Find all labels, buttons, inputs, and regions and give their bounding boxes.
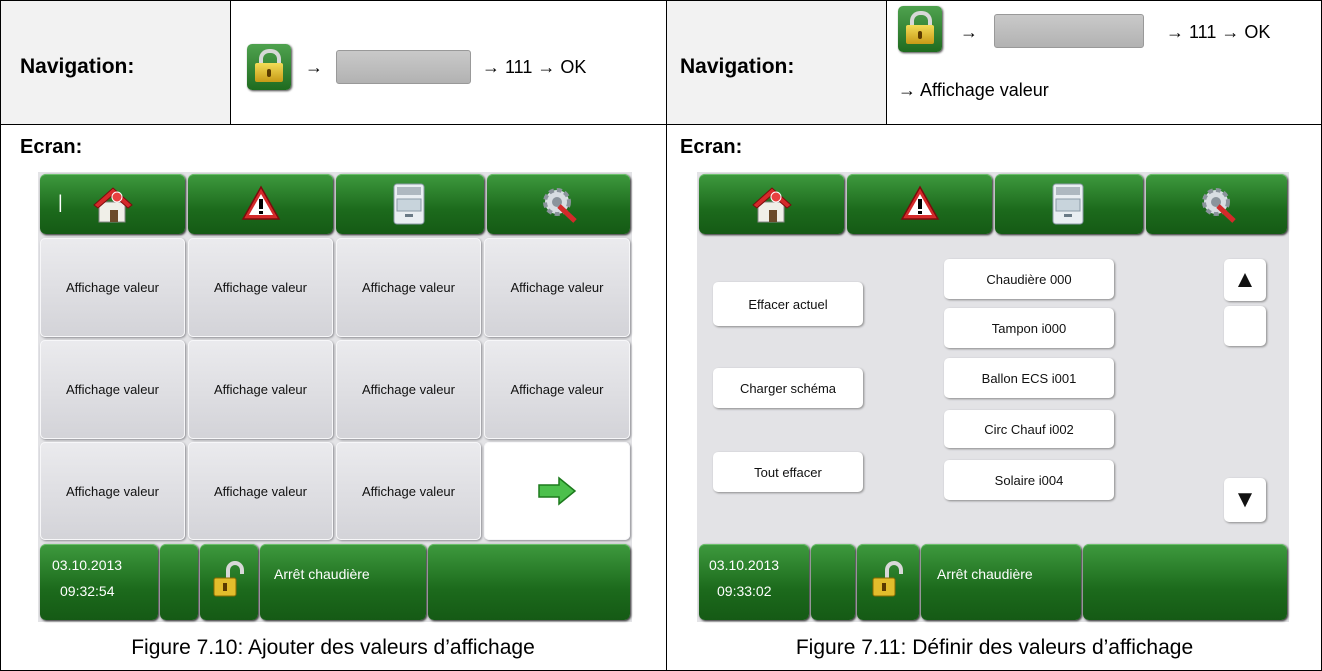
right-nav-label: Navigation: <box>680 55 795 78</box>
home-tab[interactable] <box>699 174 844 234</box>
arrow-down-icon: ▼ <box>1233 486 1257 513</box>
boiler-status[interactable]: Arrêt chaudière <box>260 544 426 620</box>
scroll-track[interactable] <box>1224 306 1266 346</box>
display-value-tile[interactable]: Affichage valeur <box>40 238 185 337</box>
drawer-icon <box>1052 183 1084 225</box>
list-item[interactable]: Circ Chauf i002 <box>944 410 1114 448</box>
right-nav-line2: → Affichage valeur <box>898 80 1049 100</box>
display-value-tile[interactable]: Affichage valeur <box>336 442 481 540</box>
display-value-tile[interactable]: Affichage valeur <box>484 340 630 439</box>
right-ecran-label: Ecran: <box>680 136 743 158</box>
gear-tools-icon <box>543 188 577 223</box>
arrow-right-icon <box>538 476 577 506</box>
right-nav-suffix: → 111 → OK <box>1166 22 1271 42</box>
list-item[interactable]: Solaire i004 <box>944 460 1114 500</box>
right-screen: Effacer actuel Charger schéma Tout effac… <box>697 172 1289 622</box>
list-item[interactable]: Tampon i000 <box>944 308 1114 348</box>
left-figure-caption: Figure 7.10: Ajouter des valeurs d’affic… <box>131 636 535 659</box>
lock-icon <box>247 44 291 90</box>
left-ecran-label: Ecran: <box>20 136 83 158</box>
right-figure-caption: Figure 7.11: Définir des valeurs d’affic… <box>795 636 1194 659</box>
display-value-tile[interactable]: Affichage valeur <box>188 238 333 337</box>
menu-button-placeholder <box>994 14 1144 48</box>
list-item[interactable]: Chaudière 000 <box>944 259 1114 299</box>
status-empty <box>428 544 630 620</box>
status-empty <box>1083 544 1287 620</box>
scroll-up-button[interactable]: ▲ <box>1224 259 1266 301</box>
arrow-up-icon: ▲ <box>1233 266 1257 293</box>
status-text: Arrêt chaudière <box>937 566 1033 582</box>
display-value-tile[interactable]: Affichage valeur <box>40 442 185 540</box>
clear-all-button[interactable]: Tout effacer <box>713 452 863 492</box>
alarm-tab[interactable] <box>188 174 333 234</box>
left-screen: | Affichage valeur Affichage valeur Affi… <box>38 172 632 622</box>
storage-tab[interactable] <box>336 174 484 234</box>
display-value-tile[interactable]: Affichage valeur <box>484 238 630 337</box>
time-text: 09:32:54 <box>60 583 115 599</box>
nav-arrow: → <box>305 57 323 77</box>
lock-button[interactable] <box>200 544 258 620</box>
status-text: Arrêt chaudière <box>274 566 370 582</box>
load-schema-button[interactable]: Charger schéma <box>713 368 863 408</box>
status-spacer <box>811 544 855 620</box>
left-nav-label: Navigation: <box>20 55 135 78</box>
home-tab[interactable]: | <box>40 174 185 234</box>
list-item[interactable]: Ballon ECS i001 <box>944 358 1114 398</box>
warning-icon <box>241 185 281 220</box>
display-value-tile[interactable]: Affichage valeur <box>188 340 333 439</box>
clear-current-button[interactable]: Effacer actuel <box>713 282 863 326</box>
date-text: 03.10.2013 <box>52 557 123 573</box>
settings-tab[interactable] <box>487 174 630 234</box>
date-text: 03.10.2013 <box>709 557 780 573</box>
display-value-tile[interactable]: Affichage valeur <box>40 340 185 439</box>
datetime-display: 03.10.2013 09:32:54 <box>40 544 158 620</box>
display-value-tile[interactable]: Affichage valeur <box>336 238 481 337</box>
next-page-button[interactable] <box>484 442 630 540</box>
unlock-icon <box>213 561 244 597</box>
house-icon <box>752 187 792 223</box>
datetime-display: 03.10.2013 09:33:02 <box>699 544 809 620</box>
lock-icon <box>898 6 942 52</box>
display-value-tile[interactable]: Affichage valeur <box>188 442 333 540</box>
lock-button[interactable] <box>857 544 919 620</box>
warning-icon <box>900 185 940 220</box>
status-spacer <box>160 544 198 620</box>
menu-button-placeholder <box>336 50 471 84</box>
gear-tools-icon <box>1202 188 1236 223</box>
unlock-icon <box>872 561 903 597</box>
alarm-tab[interactable] <box>847 174 992 234</box>
display-value-tile[interactable]: Affichage valeur <box>336 340 481 439</box>
nav-arrow: → <box>960 22 978 42</box>
cursor-text: | <box>58 192 63 212</box>
boiler-status[interactable]: Arrêt chaudière <box>921 544 1081 620</box>
settings-tab[interactable] <box>1146 174 1287 234</box>
drawer-icon <box>393 183 425 225</box>
scroll-down-button[interactable]: ▼ <box>1224 478 1266 522</box>
time-text: 09:33:02 <box>717 583 772 599</box>
house-icon <box>93 187 133 223</box>
left-nav-suffix: → 111 → OK <box>482 57 587 77</box>
storage-tab[interactable] <box>995 174 1143 234</box>
